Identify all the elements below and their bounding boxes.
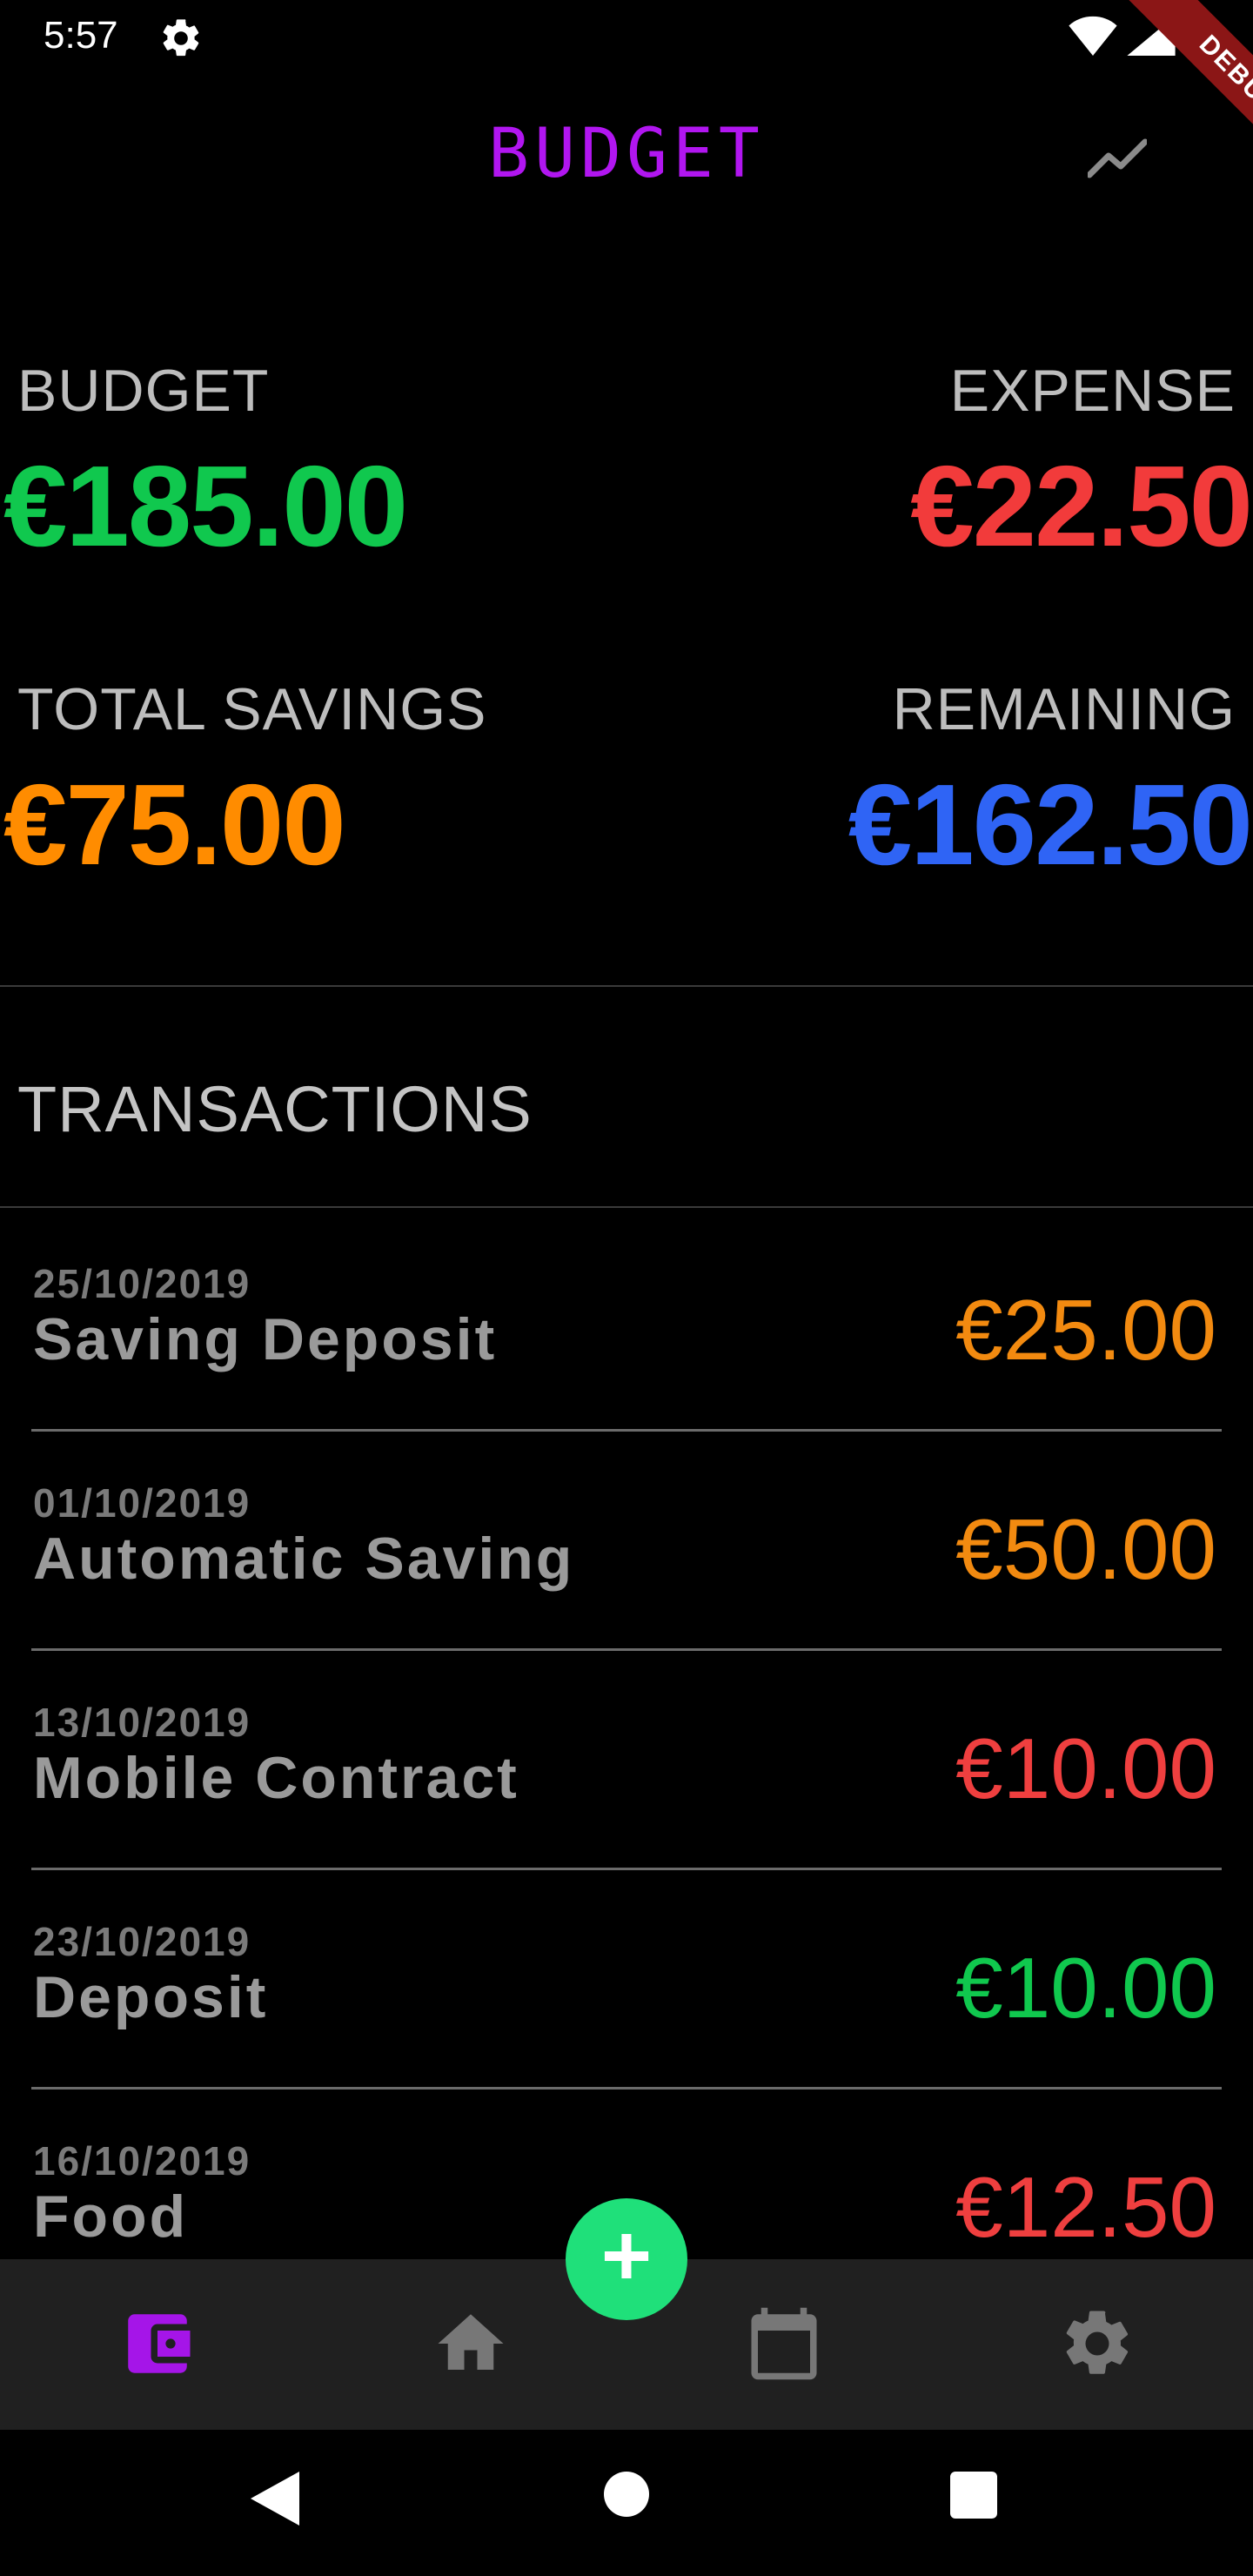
transaction-amount: €10.00 bbox=[955, 1721, 1216, 1816]
trending-icon[interactable] bbox=[1088, 136, 1147, 179]
transaction-date: 01/10/2019 bbox=[33, 1480, 251, 1526]
transaction-date: 16/10/2019 bbox=[33, 2138, 251, 2184]
transaction-date: 13/10/2019 bbox=[33, 1700, 251, 1745]
transaction-amount: €12.50 bbox=[955, 2159, 1216, 2255]
transaction-description: Automatic Saving bbox=[33, 1526, 575, 1592]
wifi-icon bbox=[1069, 16, 1117, 56]
budget-label: BUDGET bbox=[17, 358, 270, 424]
recents-icon[interactable] bbox=[950, 2472, 997, 2519]
transaction-description: Saving Deposit bbox=[33, 1306, 498, 1372]
budget-amount: €185.00 bbox=[3, 442, 408, 570]
page-title: BUDGET bbox=[488, 115, 765, 193]
remaining-label: REMAINING bbox=[892, 676, 1236, 742]
system-navigation-bar bbox=[0, 2430, 1253, 2576]
gear-icon[interactable] bbox=[1058, 2304, 1136, 2383]
transaction-description: Deposit bbox=[33, 1964, 269, 2030]
expense-amount: €22.50 bbox=[910, 442, 1253, 570]
total-savings-amount: €75.00 bbox=[3, 761, 346, 889]
add-transaction-button[interactable]: + bbox=[566, 2198, 687, 2320]
transaction-description: Mobile Contract bbox=[33, 1745, 519, 1811]
home-icon[interactable] bbox=[432, 2304, 510, 2383]
transaction-row[interactable]: 25/10/2019 Saving Deposit €25.00 bbox=[31, 1211, 1222, 1432]
wallet-icon[interactable] bbox=[118, 2304, 197, 2383]
transaction-amount: €25.00 bbox=[955, 1282, 1216, 1378]
settings-status-icon bbox=[163, 19, 199, 57]
back-icon[interactable] bbox=[251, 2472, 299, 2526]
transaction-amount: €50.00 bbox=[955, 1501, 1216, 1597]
transaction-date: 23/10/2019 bbox=[33, 1919, 251, 1964]
divider bbox=[0, 1206, 1253, 1208]
calendar-icon[interactable] bbox=[745, 2304, 823, 2383]
status-time: 5:57 bbox=[44, 14, 118, 57]
transaction-row[interactable]: 23/10/2019 Deposit €10.00 bbox=[31, 1869, 1222, 2090]
transaction-row[interactable]: 13/10/2019 Mobile Contract €10.00 bbox=[31, 1650, 1222, 1870]
status-bar: 5:57 bbox=[0, 0, 1253, 73]
transactions-header: TRANSACTIONS bbox=[17, 1073, 533, 1145]
divider bbox=[0, 985, 1253, 987]
transaction-date: 25/10/2019 bbox=[33, 1261, 251, 1306]
home-circle-icon[interactable] bbox=[604, 2472, 649, 2517]
transaction-amount: €10.00 bbox=[955, 1940, 1216, 2036]
total-savings-label: TOTAL SAVINGS bbox=[17, 676, 487, 742]
expense-label: EXPENSE bbox=[949, 358, 1236, 424]
transaction-description: Food bbox=[33, 2184, 189, 2250]
transaction-row[interactable]: 01/10/2019 Automatic Saving €50.00 bbox=[31, 1431, 1222, 1651]
remaining-amount: €162.50 bbox=[848, 761, 1253, 889]
